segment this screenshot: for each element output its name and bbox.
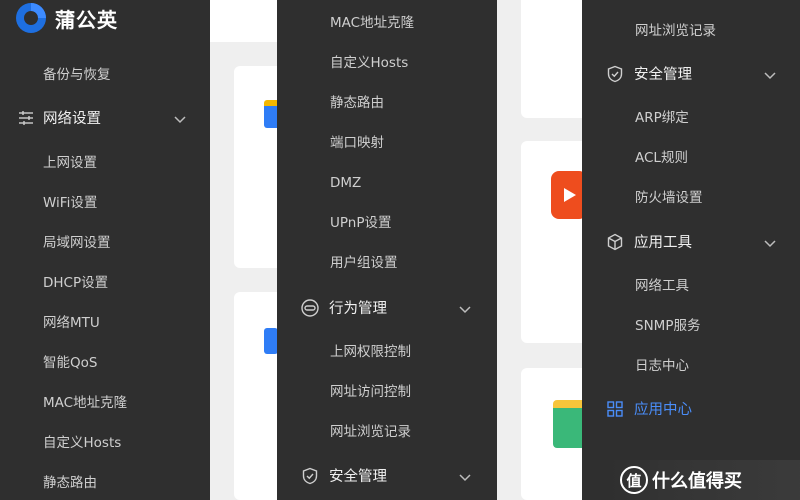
menu-item-lan[interactable]: 局域网设置 [43,233,111,253]
menu-group-label: 应用工具 [634,235,692,251]
menu-item-mtu[interactable]: 网络MTU [43,313,100,333]
sidebar-panel-1: 蒲公英 备份与恢复 网络设置 上网设置 WiFi设置 局域网设置 DHCP设置 … [0,0,210,500]
menu-item-app-center[interactable]: 应用中心 [582,396,800,424]
sidebar-panel-2: MAC地址克隆 自定义Hosts 静态路由 端口映射 DMZ UPnP设置 用户… [277,0,497,500]
watermark-text: 什么值得买 [652,471,742,492]
watermark: 值 什么值得买 [610,460,800,500]
menu-group-label: 安全管理 [329,469,387,485]
menu-item-qos[interactable]: 智能QoS [43,353,97,373]
brand-name: 蒲公英 [55,7,118,32]
menu-item-url-history[interactable]: 网址浏览记录 [635,21,716,41]
menu-item-network-tools[interactable]: 网络工具 [635,276,689,296]
menu-item-backup[interactable]: 备份与恢复 [43,65,111,85]
menu-item-acl[interactable]: ACL规则 [635,148,688,168]
menu-item-snmp[interactable]: SNMP服务 [635,316,700,336]
menu-item-mac-clone[interactable]: MAC地址克隆 [330,13,414,33]
menu-item-arp[interactable]: ARP绑定 [635,108,689,128]
menu-item-log-center[interactable]: 日志中心 [635,356,689,376]
menu-item-static-route[interactable]: 静态路由 [330,93,384,113]
menu-group-label: 安全管理 [634,67,692,83]
menu-group-label: 网络设置 [43,111,101,127]
app-center-label: 应用中心 [634,402,692,418]
menu-item-url-control[interactable]: 网址访问控制 [330,382,411,402]
menu-item-dmz[interactable]: DMZ [330,173,361,193]
shield-icon [302,467,318,485]
sidebar-panel-3: 网址浏览记录 安全管理 ARP绑定 ACL规则 防火墙设置 应用工具 网络工具 … [582,0,800,500]
chevron-down-icon[interactable] [457,301,473,317]
cube-icon [607,233,623,251]
brand-logo[interactable]: 蒲公英 [15,2,118,34]
app-icon [264,328,278,354]
chevron-down-icon[interactable] [172,111,188,127]
grid-icon [607,401,623,417]
menu-item-port-mapping[interactable]: 端口映射 [330,133,384,153]
menu-item-url-history[interactable]: 网址浏览记录 [330,422,411,442]
chevron-down-icon[interactable] [762,235,778,251]
dandelion-logo-icon [16,3,46,33]
menu-group-behavior[interactable]: 行为管理 [277,295,497,323]
menu-item-dhcp[interactable]: DHCP设置 [43,273,108,293]
menu-item-static-route[interactable]: 静态路由 [43,473,97,493]
top-strip [210,0,277,42]
watermark-badge: 值 [620,466,648,494]
menu-group-security[interactable]: 安全管理 [582,61,800,89]
chevron-down-icon[interactable] [457,469,473,485]
menu-group-app-tools[interactable]: 应用工具 [582,229,800,257]
menu-item-internet[interactable]: 上网设置 [43,153,97,173]
menu-item-access-control[interactable]: 上网权限控制 [330,342,411,362]
menu-item-user-groups[interactable]: 用户组设置 [330,253,398,273]
shield-icon [607,65,623,83]
menu-item-mac-clone[interactable]: MAC地址克隆 [43,393,127,413]
menu-item-hosts[interactable]: 自定义Hosts [43,433,121,453]
menu-item-firewall[interactable]: 防火墙设置 [635,188,703,208]
menu-item-wifi[interactable]: WiFi设置 [43,193,97,213]
chevron-down-icon[interactable] [762,67,778,83]
menu-group-network[interactable]: 网络设置 [0,105,210,133]
menu-item-upnp[interactable]: UPnP设置 [330,213,391,233]
menu-group-label: 行为管理 [329,301,387,317]
menu-item-hosts[interactable]: 自定义Hosts [330,53,408,73]
sliders-icon [19,111,33,125]
menu-group-security[interactable]: 安全管理 [277,463,497,491]
link-icon [301,299,319,317]
